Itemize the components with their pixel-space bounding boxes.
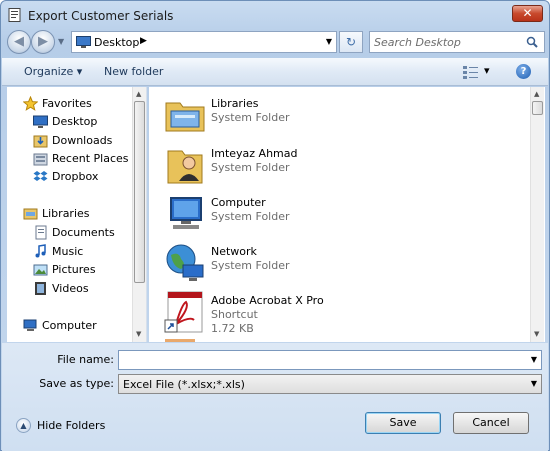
- close-button[interactable]: ✕: [512, 5, 543, 22]
- scroll-down-icon[interactable]: ▼: [534, 330, 539, 338]
- new-folder-button[interactable]: New folder: [104, 65, 163, 78]
- desktop-location-icon: [76, 36, 91, 48]
- savetype-select[interactable]: Excel File (*.xlsx;*.xls) ▼: [118, 374, 542, 394]
- sidebar-item-label: Libraries: [42, 207, 90, 220]
- navigation-pane: Favorites Desktop Downloads Recent Place…: [7, 87, 147, 342]
- partial-item-icon: [165, 339, 195, 342]
- file-name: Libraries: [211, 97, 259, 110]
- sidebar-item-label: Dropbox: [52, 170, 99, 183]
- file-name: Adobe Acrobat X Pro: [211, 294, 324, 307]
- change-view-button[interactable]: ▾: [463, 64, 493, 80]
- sidebar-scrollbar[interactable]: ▲ ▼: [132, 87, 146, 342]
- recent-locations-dropdown-icon[interactable]: ▼: [58, 37, 64, 46]
- network-icon: [166, 244, 204, 281]
- back-button[interactable]: ◀: [7, 30, 31, 54]
- file-item-network[interactable]: Network System Folder: [161, 241, 521, 289]
- sidebar-item-label: Documents: [52, 226, 115, 239]
- title-bar[interactable]: Export Customer Serials ✕: [1, 1, 549, 29]
- sidebar-scroll-thumb[interactable]: [134, 101, 145, 283]
- window-title: Export Customer Serials: [28, 9, 174, 23]
- sidebar-item-label: Videos: [52, 282, 89, 295]
- filename-dropdown-icon[interactable]: ▼: [531, 355, 537, 364]
- file-item-acrobat-shortcut[interactable]: Adobe Acrobat X Pro Shortcut 1.72 KB: [161, 290, 521, 338]
- desktop-icon: [33, 115, 48, 128]
- file-size: 1.72 KB: [211, 322, 254, 335]
- recent-places-icon: [33, 153, 48, 166]
- file-item-libraries[interactable]: Libraries System Folder: [161, 93, 521, 141]
- user-folder-icon: [167, 150, 203, 184]
- save-options-panel: File name: ▼ Save as type: Excel File (*…: [2, 343, 548, 451]
- file-list-scroll-thumb[interactable]: [532, 101, 543, 115]
- file-name: Computer: [211, 196, 266, 209]
- downloads-icon: [33, 135, 48, 148]
- sidebar-item-label: Desktop: [52, 115, 98, 128]
- sidebar-item-label: Downloads: [52, 134, 113, 147]
- views-icon: [463, 66, 478, 79]
- views-dropdown-icon[interactable]: ▾: [484, 64, 490, 77]
- refresh-button[interactable]: ↻: [339, 31, 363, 53]
- sidebar-item-label: Recent Places: [52, 152, 129, 165]
- hide-folders-label[interactable]: Hide Folders: [37, 419, 105, 432]
- address-dropdown-icon[interactable]: ▼: [326, 37, 332, 46]
- file-type: System Folder: [211, 161, 290, 174]
- file-type: System Folder: [211, 210, 290, 223]
- save-button[interactable]: Save: [365, 412, 441, 434]
- forward-button[interactable]: ▶: [31, 30, 55, 54]
- filename-combobox[interactable]: ▼: [118, 350, 542, 370]
- savetype-dropdown-icon[interactable]: ▼: [531, 379, 537, 388]
- sidebar-item-label: Music: [52, 245, 84, 258]
- breadcrumb-chevron-icon[interactable]: ▶: [140, 36, 147, 46]
- organize-button[interactable]: Organize ▾: [24, 65, 82, 78]
- file-item-user-folder[interactable]: Imteyaz Ahmad System Folder: [161, 143, 521, 191]
- sidebar-item-label: Pictures: [52, 263, 96, 276]
- savetype-label: Save as type:: [39, 377, 114, 390]
- music-icon: [35, 244, 46, 258]
- filename-input[interactable]: [122, 353, 518, 367]
- sidebar-item-label: Favorites: [42, 97, 92, 110]
- libraries-icon: [23, 208, 38, 220]
- pictures-icon: [33, 264, 48, 276]
- navigation-bar: ◀ ▶ ▼ Desktop ▶ ▼ ↻: [5, 29, 547, 55]
- nav-buttons: ◀ ▶ ▼: [7, 30, 73, 54]
- app-icon: [8, 8, 21, 22]
- filename-label: File name:: [57, 353, 114, 366]
- search-icon[interactable]: [526, 36, 538, 48]
- chevron-up-icon[interactable]: ▲: [16, 418, 31, 433]
- documents-icon: [35, 225, 47, 240]
- dropbox-icon: [33, 171, 48, 181]
- file-type: System Folder: [211, 259, 290, 272]
- file-item-computer[interactable]: Computer System Folder: [161, 192, 521, 240]
- cancel-button[interactable]: Cancel: [453, 412, 529, 434]
- scroll-down-icon[interactable]: ▼: [136, 330, 141, 338]
- command-toolbar: Organize ▾ New folder ▾ ?: [2, 58, 548, 86]
- file-name: Network: [211, 245, 257, 258]
- sidebar-item-label: Computer: [42, 319, 97, 332]
- address-bar[interactable]: Desktop ▶ ▼: [71, 31, 337, 53]
- computer-icon: [23, 319, 37, 331]
- save-dialog-window: Export Customer Serials ✕ ◀ ▶ ▼ Desktop …: [0, 0, 550, 451]
- scroll-up-icon[interactable]: ▲: [136, 90, 141, 98]
- file-list: Libraries System Folder Imteyaz Ahmad Sy…: [149, 87, 545, 342]
- breadcrumb-desktop[interactable]: Desktop: [94, 36, 139, 49]
- search-input[interactable]: [374, 35, 522, 50]
- file-type: System Folder: [211, 111, 290, 124]
- file-type: Shortcut: [211, 308, 258, 321]
- file-list-scrollbar[interactable]: ▲ ▼: [530, 87, 544, 342]
- help-button[interactable]: ?: [516, 64, 531, 79]
- file-name: Imteyaz Ahmad: [211, 147, 298, 160]
- star-icon: [23, 96, 38, 111]
- acrobat-shortcut-icon: [164, 291, 203, 333]
- computer-icon: [170, 197, 202, 229]
- libraries-folder-icon: [165, 102, 205, 132]
- savetype-value: Excel File (*.xlsx;*.xls): [123, 378, 245, 391]
- videos-icon: [35, 282, 46, 295]
- scroll-up-icon[interactable]: ▲: [534, 90, 539, 98]
- search-box[interactable]: [369, 31, 545, 53]
